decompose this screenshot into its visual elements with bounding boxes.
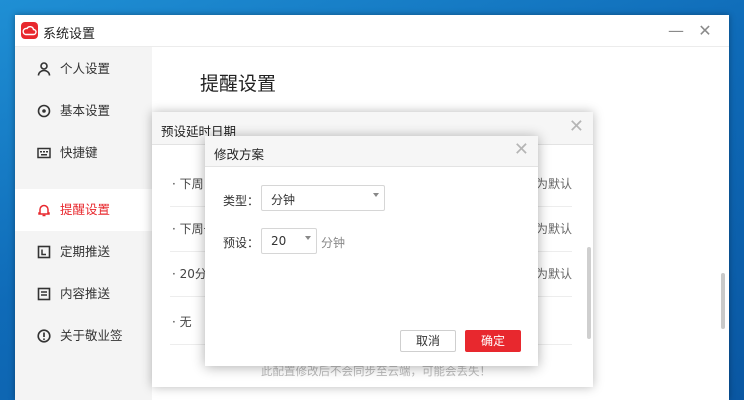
option-text: · 下周 bbox=[172, 177, 204, 191]
sidebar-item-about[interactable]: 关于敬业签 bbox=[15, 315, 152, 357]
sidebar-item-label: 内容推送 bbox=[60, 286, 111, 301]
sidebar-item-reminder[interactable]: 提醒设置 bbox=[15, 189, 152, 231]
window-title: 系统设置 bbox=[43, 27, 96, 42]
dialog-header: 修改方案 ✕ bbox=[205, 136, 538, 167]
cancel-button[interactable]: 取消 bbox=[400, 330, 456, 352]
preset-unit: 分钟 bbox=[321, 236, 346, 250]
app-logo-icon bbox=[21, 22, 38, 39]
type-value: 分钟 bbox=[271, 193, 296, 207]
sidebar-item-label: 提醒设置 bbox=[60, 202, 111, 217]
edit-scheme-dialog: 修改方案 ✕ 类型： 分钟 预设： 20 分钟 取消 确定 bbox=[205, 136, 538, 366]
preset-value: 20 bbox=[271, 234, 287, 248]
chevron-down-icon bbox=[305, 236, 311, 240]
set-default-link[interactable]: 为默认 bbox=[536, 265, 572, 282]
close-icon[interactable]: ✕ bbox=[569, 116, 584, 137]
sidebar-item-personal[interactable]: 个人设置 bbox=[15, 48, 152, 90]
set-default-link[interactable]: 为默认 bbox=[536, 220, 572, 237]
sidebar-item-shortcuts[interactable]: 快捷键 bbox=[15, 132, 152, 174]
sidebar-item-content-push[interactable]: 内容推送 bbox=[15, 273, 152, 315]
dialog-scrollbar[interactable] bbox=[587, 247, 591, 339]
sidebar-item-label: 个人设置 bbox=[60, 61, 111, 76]
sidebar: 个人设置 基本设置 快捷键 提醒设置 定期推送 内容推送 关于敬业签 bbox=[15, 47, 152, 400]
sidebar-item-label: 关于敬业签 bbox=[60, 328, 123, 343]
bell-icon bbox=[38, 204, 50, 217]
sidebar-item-label: 基本设置 bbox=[60, 103, 111, 118]
title-bar: 系统设置 — ✕ bbox=[15, 15, 729, 47]
sidebar-item-scheduled-push[interactable]: 定期推送 bbox=[15, 231, 152, 273]
person-icon bbox=[37, 62, 51, 76]
type-select[interactable]: 分钟 bbox=[261, 185, 385, 211]
sidebar-item-basic[interactable]: 基本设置 bbox=[15, 90, 152, 132]
calendar-icon bbox=[37, 245, 51, 259]
option-text: · 无 bbox=[172, 315, 192, 329]
type-label: 类型： bbox=[223, 194, 260, 208]
confirm-button[interactable]: 确定 bbox=[465, 330, 521, 352]
sidebar-item-label: 快捷键 bbox=[60, 145, 98, 160]
document-icon bbox=[37, 287, 51, 301]
page-title: 提醒设置 bbox=[200, 73, 277, 95]
close-window-icon[interactable]: ✕ bbox=[692, 20, 718, 42]
minimize-icon[interactable]: — bbox=[663, 20, 689, 42]
gear-icon bbox=[37, 104, 51, 118]
dialog-title: 修改方案 bbox=[214, 147, 265, 162]
main-scrollbar[interactable] bbox=[721, 273, 725, 329]
preset-select[interactable]: 20 bbox=[261, 228, 317, 254]
chevron-down-icon bbox=[373, 193, 379, 197]
close-icon[interactable]: ✕ bbox=[514, 139, 529, 160]
sidebar-item-label: 定期推送 bbox=[60, 244, 111, 259]
keyboard-icon bbox=[37, 147, 51, 159]
preset-label: 预设： bbox=[223, 236, 260, 250]
set-default-link[interactable]: 为默认 bbox=[536, 175, 572, 192]
info-icon bbox=[37, 329, 51, 343]
